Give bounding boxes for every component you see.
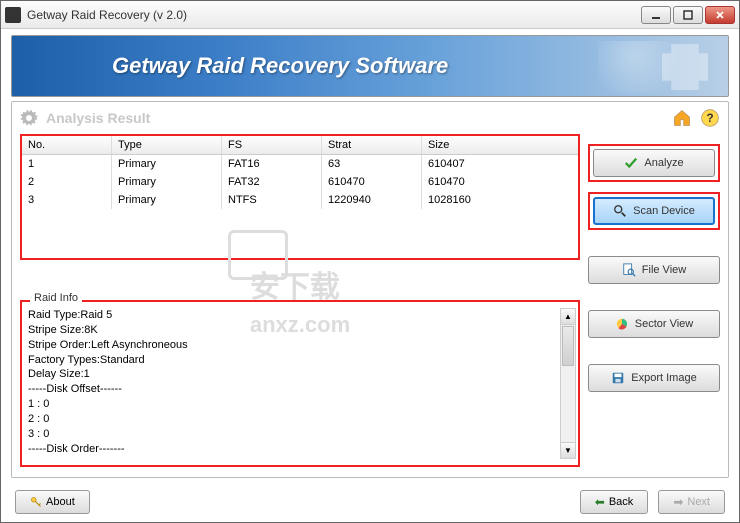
help-icon[interactable]: ? bbox=[700, 108, 720, 128]
section-header: Analysis Result ? bbox=[12, 102, 728, 134]
raid-info-text: Raid Type:Raid 5 Stripe Size:8K Stripe O… bbox=[28, 308, 572, 459]
raid-info-legend: Raid Info bbox=[30, 292, 82, 304]
analyze-button[interactable]: Analyze bbox=[593, 149, 715, 177]
col-type[interactable]: Type bbox=[112, 136, 222, 154]
raid-scrollbar[interactable]: ▲ ▼ bbox=[560, 308, 576, 459]
footer: About ⬅ Back ➡ Next bbox=[1, 482, 739, 522]
table-row[interactable]: 3 Primary NTFS 1220940 1028160 bbox=[22, 191, 578, 209]
col-fs[interactable]: FS bbox=[222, 136, 322, 154]
col-strat[interactable]: Strat bbox=[322, 136, 422, 154]
close-button[interactable] bbox=[705, 6, 735, 24]
minimize-button[interactable] bbox=[641, 6, 671, 24]
table-row[interactable]: 1 Primary FAT16 63 610407 bbox=[22, 155, 578, 173]
titlebar: Getway Raid Recovery (v 2.0) bbox=[1, 1, 739, 29]
pie-icon bbox=[615, 317, 629, 331]
scan-device-button[interactable]: Scan Device bbox=[593, 197, 715, 225]
window-title: Getway Raid Recovery (v 2.0) bbox=[27, 8, 641, 22]
banner: Getway Raid Recovery Software bbox=[11, 35, 729, 97]
partition-table: No. Type FS Strat Size 1 Primary FAT16 6… bbox=[20, 134, 580, 260]
banner-title: Getway Raid Recovery Software bbox=[112, 53, 448, 79]
col-size[interactable]: Size bbox=[422, 136, 578, 154]
watermark-icon bbox=[228, 230, 288, 280]
key-icon bbox=[30, 496, 42, 508]
puzzle-icon bbox=[662, 44, 708, 90]
file-view-button[interactable]: File View bbox=[588, 256, 720, 284]
scroll-thumb[interactable] bbox=[562, 326, 574, 366]
main-panel: Analysis Result ? No. Type FS Strat Size bbox=[11, 101, 729, 478]
magnifier-icon bbox=[613, 204, 627, 218]
back-button[interactable]: ⬅ Back bbox=[580, 490, 649, 514]
arrow-right-icon: ➡ bbox=[673, 495, 683, 509]
save-icon bbox=[611, 371, 625, 385]
gear-icon bbox=[20, 109, 38, 127]
about-button[interactable]: About bbox=[15, 490, 90, 514]
scan-highlight: Scan Device bbox=[588, 192, 720, 230]
next-button[interactable]: ➡ Next bbox=[658, 490, 725, 514]
app-icon bbox=[5, 7, 21, 23]
maximize-button[interactable] bbox=[673, 6, 703, 24]
file-search-icon bbox=[622, 263, 636, 277]
col-no[interactable]: No. bbox=[22, 136, 112, 154]
raid-info-panel: Raid Info Raid Type:Raid 5 Stripe Size:8… bbox=[20, 300, 580, 467]
svg-text:?: ? bbox=[706, 112, 713, 125]
table-row[interactable]: 2 Primary FAT32 610470 610470 bbox=[22, 173, 578, 191]
sector-view-button[interactable]: Sector View bbox=[588, 310, 720, 338]
arrow-left-icon: ⬅ bbox=[595, 495, 605, 509]
analyze-highlight: Analyze bbox=[588, 144, 720, 182]
scroll-down-icon[interactable]: ▼ bbox=[561, 442, 575, 458]
scroll-up-icon[interactable]: ▲ bbox=[561, 309, 575, 325]
check-icon bbox=[624, 156, 638, 170]
table-header: No. Type FS Strat Size bbox=[22, 136, 578, 155]
export-image-button[interactable]: Export Image bbox=[588, 364, 720, 392]
home-icon[interactable] bbox=[672, 108, 692, 128]
section-title: Analysis Result bbox=[46, 110, 672, 126]
